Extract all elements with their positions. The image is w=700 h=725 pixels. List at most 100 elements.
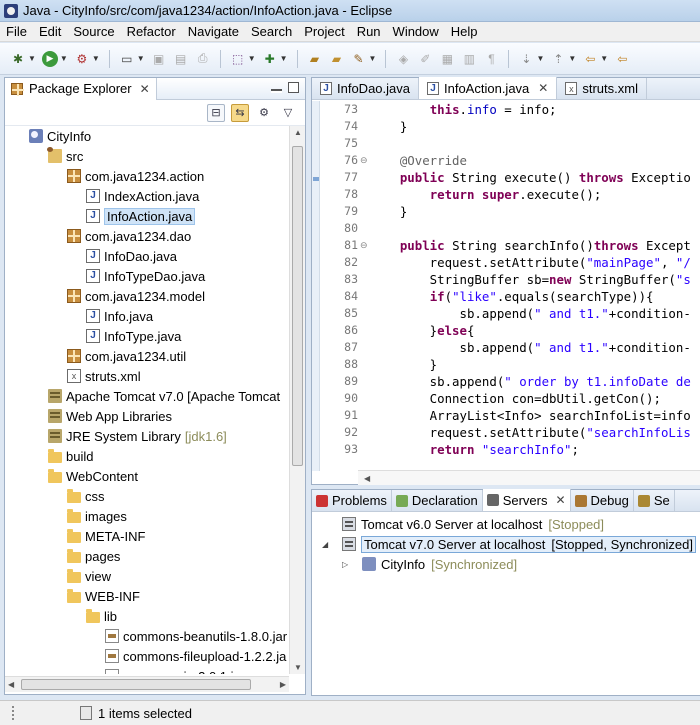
new-java-project-icon[interactable]: ⬚ [230, 51, 246, 67]
dropdown-arrow-icon[interactable]: ▼ [92, 54, 100, 63]
tab-infoaction-java[interactable]: J InfoAction.java ✕ [419, 77, 558, 99]
server-row[interactable]: ▷ CityInfo [Synchronized] [342, 554, 517, 574]
run-icon[interactable]: ▶ [41, 50, 58, 67]
next-annotation-icon[interactable]: ⇣ [518, 51, 534, 67]
menu-item-run[interactable]: Run [351, 24, 387, 39]
tree-item[interactable]: build [48, 446, 93, 466]
search-icon[interactable]: ✎ [351, 51, 367, 67]
back-icon[interactable]: ⇦ [582, 51, 598, 67]
tab-se[interactable]: Se [634, 490, 675, 511]
scroll-left-icon[interactable]: ◀ [364, 474, 370, 483]
scroll-up-icon[interactable]: ▲ [294, 128, 302, 137]
menu-item-navigate[interactable]: Navigate [182, 24, 245, 39]
tree-item[interactable]: src [47, 146, 83, 166]
show-whitespace-icon[interactable]: ▦ [439, 51, 455, 67]
block-select-icon[interactable]: ▥ [461, 51, 477, 67]
menu-item-refactor[interactable]: Refactor [121, 24, 182, 39]
tree-item[interactable]: J InfoTypeDao.java [86, 266, 205, 286]
tree-item[interactable]: WebContent [48, 466, 138, 486]
dropdown-arrow-icon[interactable]: ▼ [280, 54, 288, 63]
collapse-all-icon[interactable]: ⊟ [207, 103, 225, 122]
menu-item-search[interactable]: Search [245, 24, 298, 39]
server-row[interactable]: ◢ Tomcat v7.0 Server at localhost [Stopped… [322, 534, 697, 554]
tree-item[interactable]: view [67, 566, 111, 586]
tab-debug[interactable]: Debug [571, 490, 634, 511]
tree-item[interactable]: com.java1234.dao [67, 226, 191, 246]
tree-item[interactable]: Web App Libraries [48, 406, 172, 426]
tree-item[interactable]: com.java1234.util [67, 346, 186, 366]
forward-icon[interactable]: ⇦ [614, 51, 630, 67]
expander-icon[interactable]: ◢ [322, 540, 336, 549]
debug-icon[interactable]: ✱ [10, 51, 26, 67]
editor-horizontal-scrollbar[interactable]: ◀ [358, 470, 700, 485]
server-row[interactable]: Tomcat v6.0 Server at localhost [Stopped] [322, 514, 604, 534]
scroll-down-icon[interactable]: ▼ [294, 663, 302, 672]
edit-icon[interactable]: ✐ [417, 51, 433, 67]
tree-item[interactable]: css [67, 486, 105, 506]
tree-item[interactable]: META-INF [67, 526, 145, 546]
print-icon[interactable]: ⎙ [195, 51, 211, 67]
menu-item-project[interactable]: Project [298, 24, 350, 39]
tab-package-explorer[interactable]: Package Explorer ✕ [5, 77, 157, 100]
save-all-icon[interactable]: ▤ [173, 51, 189, 67]
tree-item[interactable]: lib [86, 606, 117, 626]
tree-item[interactable]: J InfoType.java [86, 326, 181, 346]
link-with-editor-icon[interactable]: ⇆ [231, 103, 249, 122]
code-area[interactable]: this.info = info; } @Override public Str… [370, 101, 700, 471]
tab-declaration[interactable]: Declaration [392, 490, 483, 511]
close-icon[interactable]: ✕ [555, 493, 565, 507]
scroll-left-icon[interactable]: ◀ [8, 680, 14, 689]
minimize-icon[interactable] [271, 89, 282, 93]
tree-item[interactable]: com.java1234.model [67, 286, 205, 306]
fold-icon[interactable]: ⊖ [360, 155, 370, 165]
tree-item[interactable]: J Info.java [86, 306, 153, 326]
dropdown-arrow-icon[interactable]: ▼ [600, 54, 608, 63]
dropdown-arrow-icon[interactable]: ▼ [137, 54, 145, 63]
new-icon[interactable]: ▭ [119, 51, 135, 67]
tab-servers[interactable]: Servers ✕ [482, 489, 571, 511]
horizontal-scrollbar[interactable]: ◀ ▶ [5, 676, 289, 692]
menu-item-file[interactable]: File [0, 24, 33, 39]
dropdown-arrow-icon[interactable]: ▼ [248, 54, 256, 63]
vertical-scrollbar[interactable]: ▲ ▼ [289, 126, 305, 674]
fold-icon[interactable]: ⊖ [360, 240, 370, 250]
menu-item-window[interactable]: Window [387, 24, 445, 39]
tab-problems[interactable]: Problems [312, 490, 392, 511]
dropdown-arrow-icon[interactable]: ▼ [536, 54, 544, 63]
dropdown-arrow-icon[interactable]: ▼ [369, 54, 377, 63]
prev-annotation-icon[interactable]: ⇡ [550, 51, 566, 67]
tree-item[interactable]: pages [67, 546, 120, 566]
tree-item[interactable]: J InfoDao.java [86, 246, 177, 266]
tree-item[interactable]: CityInfo [29, 126, 91, 146]
tree-item[interactable]: x struts.xml [67, 366, 141, 386]
close-icon[interactable]: ✕ [538, 81, 548, 95]
open-folder-icon[interactable]: ▰ [329, 51, 345, 67]
new-class-icon[interactable]: ✚ [262, 51, 278, 67]
menu-item-help[interactable]: Help [445, 24, 484, 39]
tree-item[interactable]: J InfoAction.java [86, 206, 196, 226]
tree-item[interactable]: commons-beanutils-1.8.0.jar [105, 626, 287, 646]
save-icon[interactable]: ▣ [151, 51, 167, 67]
tree-item[interactable]: images [67, 506, 127, 526]
tab-infodao-java[interactable]: J InfoDao.java [312, 78, 419, 99]
tab-struts-xml[interactable]: x struts.xml [557, 78, 647, 99]
expander-icon[interactable]: ▷ [342, 560, 356, 569]
tree-item[interactable]: Apache Tomcat v7.0 [Apache Tomcat [48, 386, 280, 406]
tree-item[interactable]: commons-fileupload-1.2.2.ja [105, 646, 286, 666]
close-icon[interactable]: ✕ [140, 82, 150, 96]
dropdown-arrow-icon[interactable]: ▼ [568, 54, 576, 63]
menu-item-edit[interactable]: Edit [33, 24, 67, 39]
view-menu-icon[interactable]: ⚙ [255, 104, 273, 122]
tree-item[interactable]: J IndexAction.java [86, 186, 199, 206]
toggle-mark-icon[interactable]: ◈ [395, 51, 411, 67]
tree-item[interactable]: WEB-INF [67, 586, 140, 606]
scrollbar-thumb[interactable] [21, 679, 251, 690]
external-tools-icon[interactable]: ⚙ [74, 51, 90, 67]
scroll-right-icon[interactable]: ▶ [280, 680, 286, 689]
tree-item[interactable]: JRE System Library [jdk1.6] [48, 426, 227, 446]
chevron-down-icon[interactable]: ▽ [279, 104, 297, 122]
scrollbar-thumb[interactable] [292, 146, 303, 466]
open-type-icon[interactable]: ▰ [307, 51, 323, 67]
maximize-icon[interactable] [288, 82, 299, 93]
tree-item[interactable]: commons-io-2.0.1.jar [105, 666, 245, 674]
